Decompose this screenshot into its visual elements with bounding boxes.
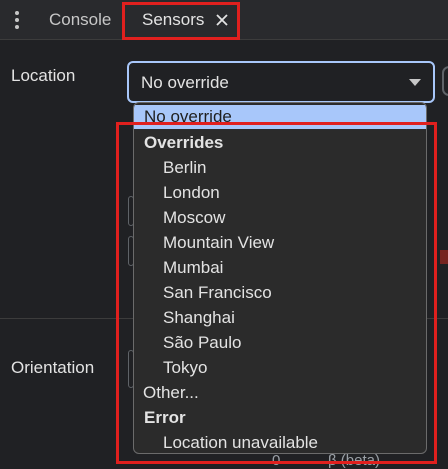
- chevron-down-icon: [409, 79, 421, 86]
- tab-console[interactable]: Console: [49, 0, 111, 39]
- devtools-window: Console Sensors Location No override Ori…: [0, 0, 448, 469]
- adjacent-control[interactable]: [442, 66, 448, 96]
- location-label: Location: [11, 66, 76, 85]
- overrides-list-highlight: [116, 122, 437, 464]
- error-indicator: [440, 250, 448, 264]
- location-select-value: No override: [141, 73, 229, 92]
- sensors-tab-highlight: [122, 2, 240, 40]
- location-select[interactable]: No override: [127, 61, 435, 103]
- orientation-label: Orientation: [11, 358, 95, 377]
- more-options-icon[interactable]: [10, 8, 24, 32]
